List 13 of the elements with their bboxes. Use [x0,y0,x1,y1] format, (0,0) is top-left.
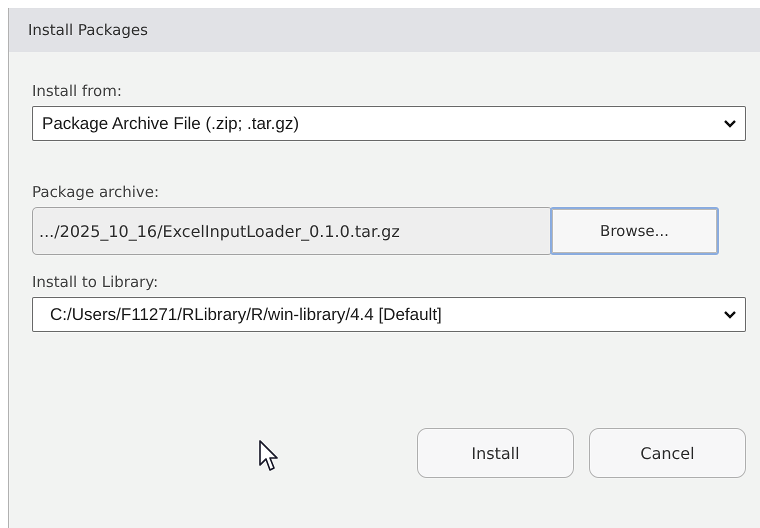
chevron-icon [723,119,737,128]
field-label: Install from: [32,82,123,100]
browse-button[interactable]: Browse... [550,207,719,255]
window-title: Install Packages [28,21,148,39]
chevron-icon [723,310,737,319]
install-from-dropdown[interactable]: Package Archive File (.zip; .tar.gz) [32,106,746,141]
field-label: Package archive: [32,183,160,201]
archive-path-field[interactable]: .../2025_10_16/ExcelInputLoader_0.1.0.tar.gz [32,207,553,255]
dialog-button[interactable]: Install [417,428,574,478]
library-dropdown[interactable]: C:/Users/F11271/RLibrary/R/win-library/4.4 [Default] [32,297,746,332]
mouse-pointer-icon [258,439,278,473]
dialog-button[interactable]: Cancel [589,428,746,478]
field-label: Install to Library: [32,273,160,291]
